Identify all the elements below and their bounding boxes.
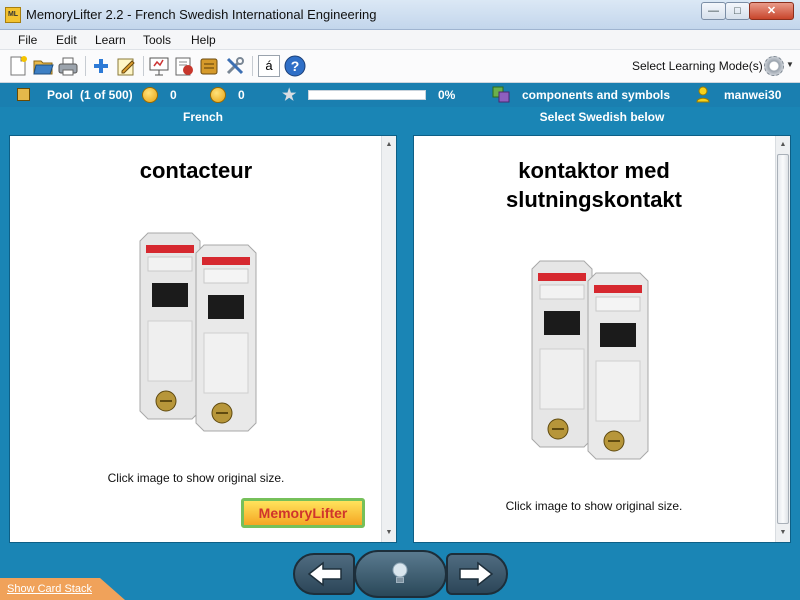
question-scrollbar[interactable]: ▲ ▼ — [381, 136, 396, 542]
question-image-hint: Click image to show original size. — [107, 471, 285, 485]
title-bar: ML MemoryLifter 2.2 - French Swedish Int… — [0, 0, 800, 30]
pool-count: (1 of 500) — [80, 88, 133, 102]
star-icon: ★ — [282, 87, 297, 104]
window-title: MemoryLifter 2.2 - French Swedish Intern… — [26, 7, 377, 22]
help-icon[interactable]: ? — [284, 55, 306, 77]
menu-bar: File Edit Learn Tools Help — [0, 30, 800, 50]
hint-button[interactable] — [354, 550, 447, 598]
toolbar: á ? Select Learning Mode(s) ▼ — [0, 50, 800, 83]
menu-edit[interactable]: Edit — [56, 33, 77, 47]
question-panel: contacteur Click image to show original … — [9, 135, 397, 543]
progress-percent: 0% — [438, 88, 456, 102]
add-icon[interactable] — [90, 55, 112, 77]
statistics-icon[interactable] — [173, 55, 195, 77]
menu-learn[interactable]: Learn — [95, 33, 126, 47]
scroll-up-icon[interactable]: ▲ — [382, 138, 396, 152]
wrong-count: 0 — [238, 88, 245, 102]
app-icon: ML — [5, 7, 21, 23]
next-card-button[interactable] — [446, 553, 508, 595]
edit-icon[interactable] — [115, 55, 137, 77]
maximize-button[interactable]: □ — [725, 2, 750, 20]
correct-count: 0 — [170, 88, 177, 102]
answer-scrollbar[interactable]: ▲ ▼ — [775, 136, 790, 542]
learning-area: Pool (1 of 500) 0 0 ★ 0% components and … — [0, 83, 800, 600]
close-button[interactable]: ✕ — [749, 2, 794, 20]
happy-face-icon — [142, 87, 158, 103]
scroll-down-icon[interactable]: ▼ — [776, 526, 790, 540]
menu-tools[interactable]: Tools — [143, 33, 171, 47]
pool-icon — [17, 88, 30, 101]
arrow-left-icon — [307, 561, 342, 587]
svg-text:?: ? — [291, 58, 300, 74]
chevron-down-icon[interactable]: ▼ — [786, 60, 794, 69]
presentation-icon[interactable] — [148, 55, 170, 77]
menu-file[interactable]: File — [18, 33, 37, 47]
arrow-right-icon — [459, 561, 494, 587]
question-image[interactable] — [126, 221, 274, 443]
user-name: manwei30 — [724, 88, 782, 102]
pool-label: Pool — [47, 88, 73, 102]
question-word: contacteur — [139, 158, 253, 183]
previous-card-button[interactable] — [293, 553, 355, 595]
settings-tools-icon[interactable] — [224, 55, 246, 77]
question-header: French — [182, 110, 223, 124]
learning-mode-gear-icon[interactable] — [764, 56, 784, 76]
box-icon[interactable] — [198, 55, 220, 77]
character-map-icon[interactable]: á — [258, 55, 280, 77]
chapter-name[interactable]: components and symbols — [522, 88, 670, 102]
scroll-down-icon[interactable]: ▼ — [382, 526, 396, 540]
new-icon[interactable] — [7, 55, 29, 77]
sad-face-icon — [210, 87, 226, 103]
answer-header: Select Swedish below — [539, 110, 665, 124]
open-icon[interactable] — [32, 55, 54, 77]
show-card-stack-link[interactable]: Show Card Stack — [7, 583, 92, 595]
answer-word-line1: kontaktor med — [518, 158, 670, 183]
scroll-up-icon[interactable]: ▲ — [776, 138, 790, 152]
print-icon[interactable] — [57, 55, 79, 77]
answer-panel: kontaktor med slutningskontakt Click ima… — [413, 135, 791, 543]
progress-bar — [308, 90, 426, 100]
user-icon — [696, 86, 710, 103]
learning-mode-label[interactable]: Select Learning Mode(s) — [632, 59, 763, 73]
answer-image[interactable] — [518, 249, 666, 471]
answer-word-line2: slutningskontakt — [505, 187, 682, 212]
menu-help[interactable]: Help — [191, 33, 216, 47]
memorylifter-logo: MemoryLifter — [241, 498, 365, 528]
chapter-icon — [492, 86, 510, 103]
lightbulb-icon — [392, 562, 408, 583]
status-bar: Pool (1 of 500) 0 0 ★ 0% components and … — [0, 83, 800, 107]
answer-image-hint: Click image to show original size. — [505, 499, 683, 513]
scroll-thumb[interactable] — [777, 154, 789, 524]
minimize-button[interactable]: — — [701, 2, 726, 20]
